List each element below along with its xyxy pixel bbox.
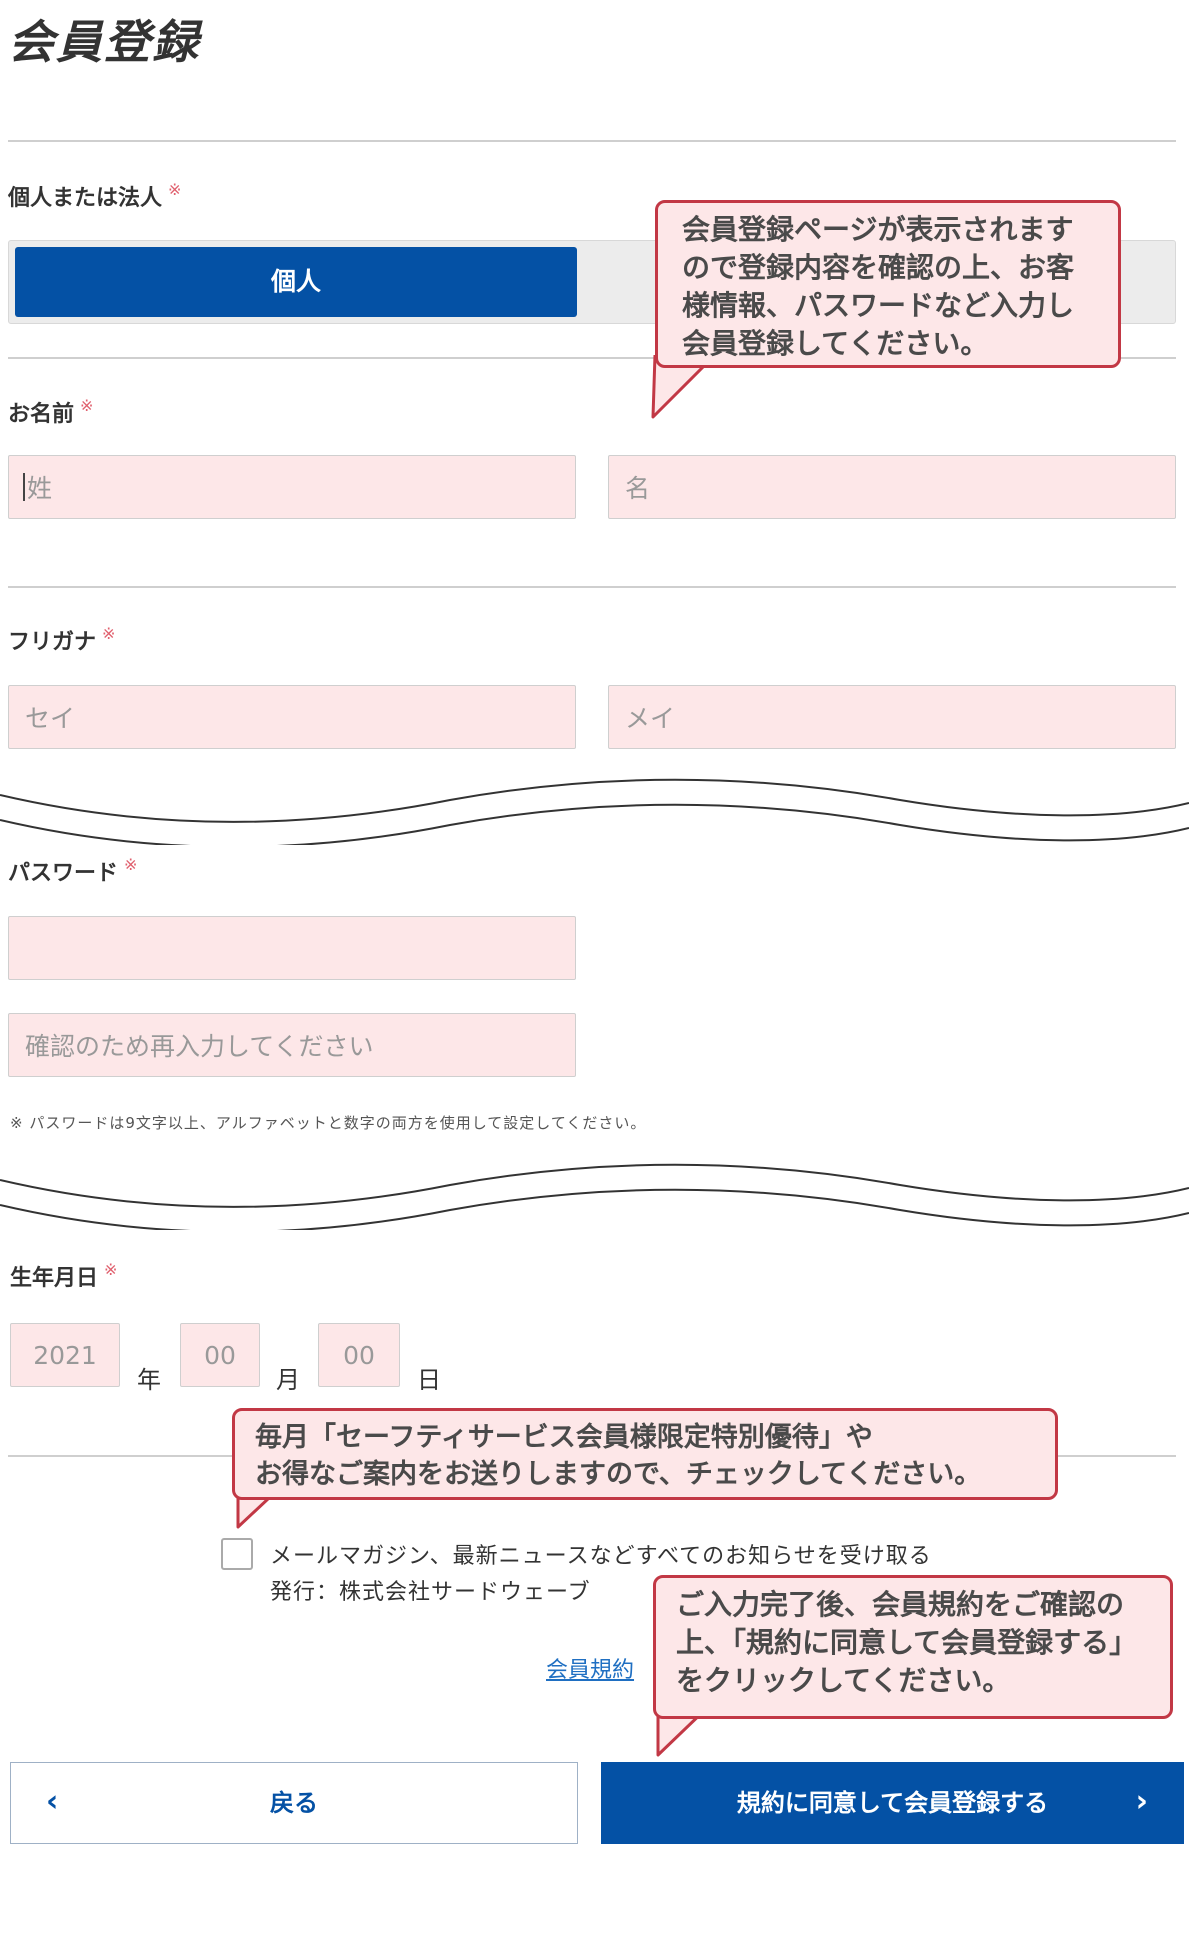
- newsletter-publisher: 発行：株式会社サードウェーブ: [270, 1580, 591, 1605]
- password-confirm-input[interactable]: 確認のため再入力してください: [8, 1013, 576, 1077]
- day-unit: 日: [417, 1366, 441, 1394]
- birth-day-value: 00: [343, 1340, 375, 1370]
- name-label-text: お名前: [8, 402, 75, 427]
- last-name-kana-input[interactable]: セイ: [8, 685, 576, 749]
- back-button[interactable]: ‹ 戻る: [10, 1762, 578, 1844]
- callout-line: 毎月「セーフティサービス会員様限定特別優待」や: [255, 1422, 873, 1453]
- callout-line: をクリックしてください。: [676, 1664, 1011, 1697]
- last-name-kana-placeholder: セイ: [25, 704, 76, 733]
- type-label: 個人または法人 ※: [8, 180, 181, 212]
- birth-day-input[interactable]: 00: [318, 1323, 400, 1387]
- password-label-text: パスワード: [8, 861, 119, 886]
- birthday-label-text: 生年月日: [10, 1266, 99, 1291]
- password-note: ※ パスワードは9文字以上、アルファベットと数字の両方を使用して設定してください…: [10, 1114, 647, 1132]
- submit-button[interactable]: 規約に同意して会員登録する ›: [601, 1762, 1184, 1844]
- birth-year-value: 2021: [33, 1340, 97, 1370]
- terms-link[interactable]: 会員規約: [546, 1652, 634, 1684]
- callout-registration: 会員登録ページが表示されます ので登録内容を確認の上、お客 様情報、パスワードな…: [655, 200, 1121, 368]
- wavy-separator: [0, 778, 1189, 845]
- callout-line: 上、「規約に同意して会員登録する」: [676, 1626, 1138, 1659]
- type-label-text: 個人または法人: [8, 186, 163, 211]
- birthday-label: 生年月日 ※: [10, 1260, 117, 1292]
- newsletter-label[interactable]: メールマガジン、最新ニュースなどすべてのお知らせを受け取る: [270, 1538, 932, 1570]
- year-unit: 年: [137, 1366, 161, 1394]
- last-name-placeholder: 姓: [27, 474, 53, 503]
- birth-month-value: 00: [204, 1340, 236, 1370]
- password-input[interactable]: [8, 916, 576, 980]
- birth-month-input[interactable]: 00: [180, 1323, 260, 1387]
- back-button-label: 戻る: [270, 1789, 318, 1817]
- type-option-individual[interactable]: 個人: [15, 247, 577, 317]
- required-mark: ※: [80, 396, 94, 415]
- chevron-left-icon: ‹: [46, 1784, 59, 1819]
- password-label: パスワード ※: [8, 855, 137, 887]
- submit-button-label: 規約に同意して会員登録する: [736, 1789, 1049, 1817]
- first-name-placeholder: 名: [625, 474, 651, 503]
- page-title: 会員登録: [8, 15, 200, 69]
- callout-submit: ご入力完了後、会員規約をご確認の 上、「規約に同意して会員登録する」 をクリック…: [653, 1575, 1173, 1719]
- required-mark: ※: [168, 180, 182, 199]
- last-name-input[interactable]: 姓: [8, 455, 576, 519]
- first-name-kana-placeholder: メイ: [625, 704, 676, 733]
- callout-line: ので登録内容を確認の上、お客: [682, 251, 1075, 284]
- required-mark: ※: [104, 1260, 118, 1279]
- required-mark: ※: [124, 855, 138, 874]
- furigana-label-text: フリガナ: [8, 630, 97, 655]
- required-mark: ※: [102, 624, 116, 643]
- first-name-input[interactable]: 名: [608, 455, 1176, 519]
- chevron-right-icon: ›: [1135, 1784, 1148, 1819]
- furigana-label: フリガナ ※: [8, 624, 115, 656]
- name-label: お名前 ※: [8, 396, 93, 428]
- callout-line: 様情報、パスワードなど入力し: [682, 289, 1075, 322]
- title-divider: [8, 140, 1176, 142]
- callout-line: ご入力完了後、会員規約をご確認の: [676, 1588, 1125, 1621]
- section-divider: [8, 586, 1176, 588]
- password-confirm-placeholder: 確認のため再入力してください: [25, 1032, 374, 1061]
- callout-line: 会員登録ページが表示されます: [682, 213, 1074, 246]
- callout-line: お得なご案内をお送りしますので、チェックしてください。: [255, 1459, 982, 1490]
- first-name-kana-input[interactable]: メイ: [608, 685, 1176, 749]
- month-unit: 月: [276, 1366, 300, 1394]
- callout-newsletter: 毎月「セーフティサービス会員様限定特別優待」や お得なご案内をお送りしますので、…: [232, 1408, 1058, 1500]
- callout-line: 会員登録してください。: [682, 327, 989, 360]
- birth-year-input[interactable]: 2021: [10, 1323, 120, 1387]
- wavy-separator: [0, 1163, 1189, 1230]
